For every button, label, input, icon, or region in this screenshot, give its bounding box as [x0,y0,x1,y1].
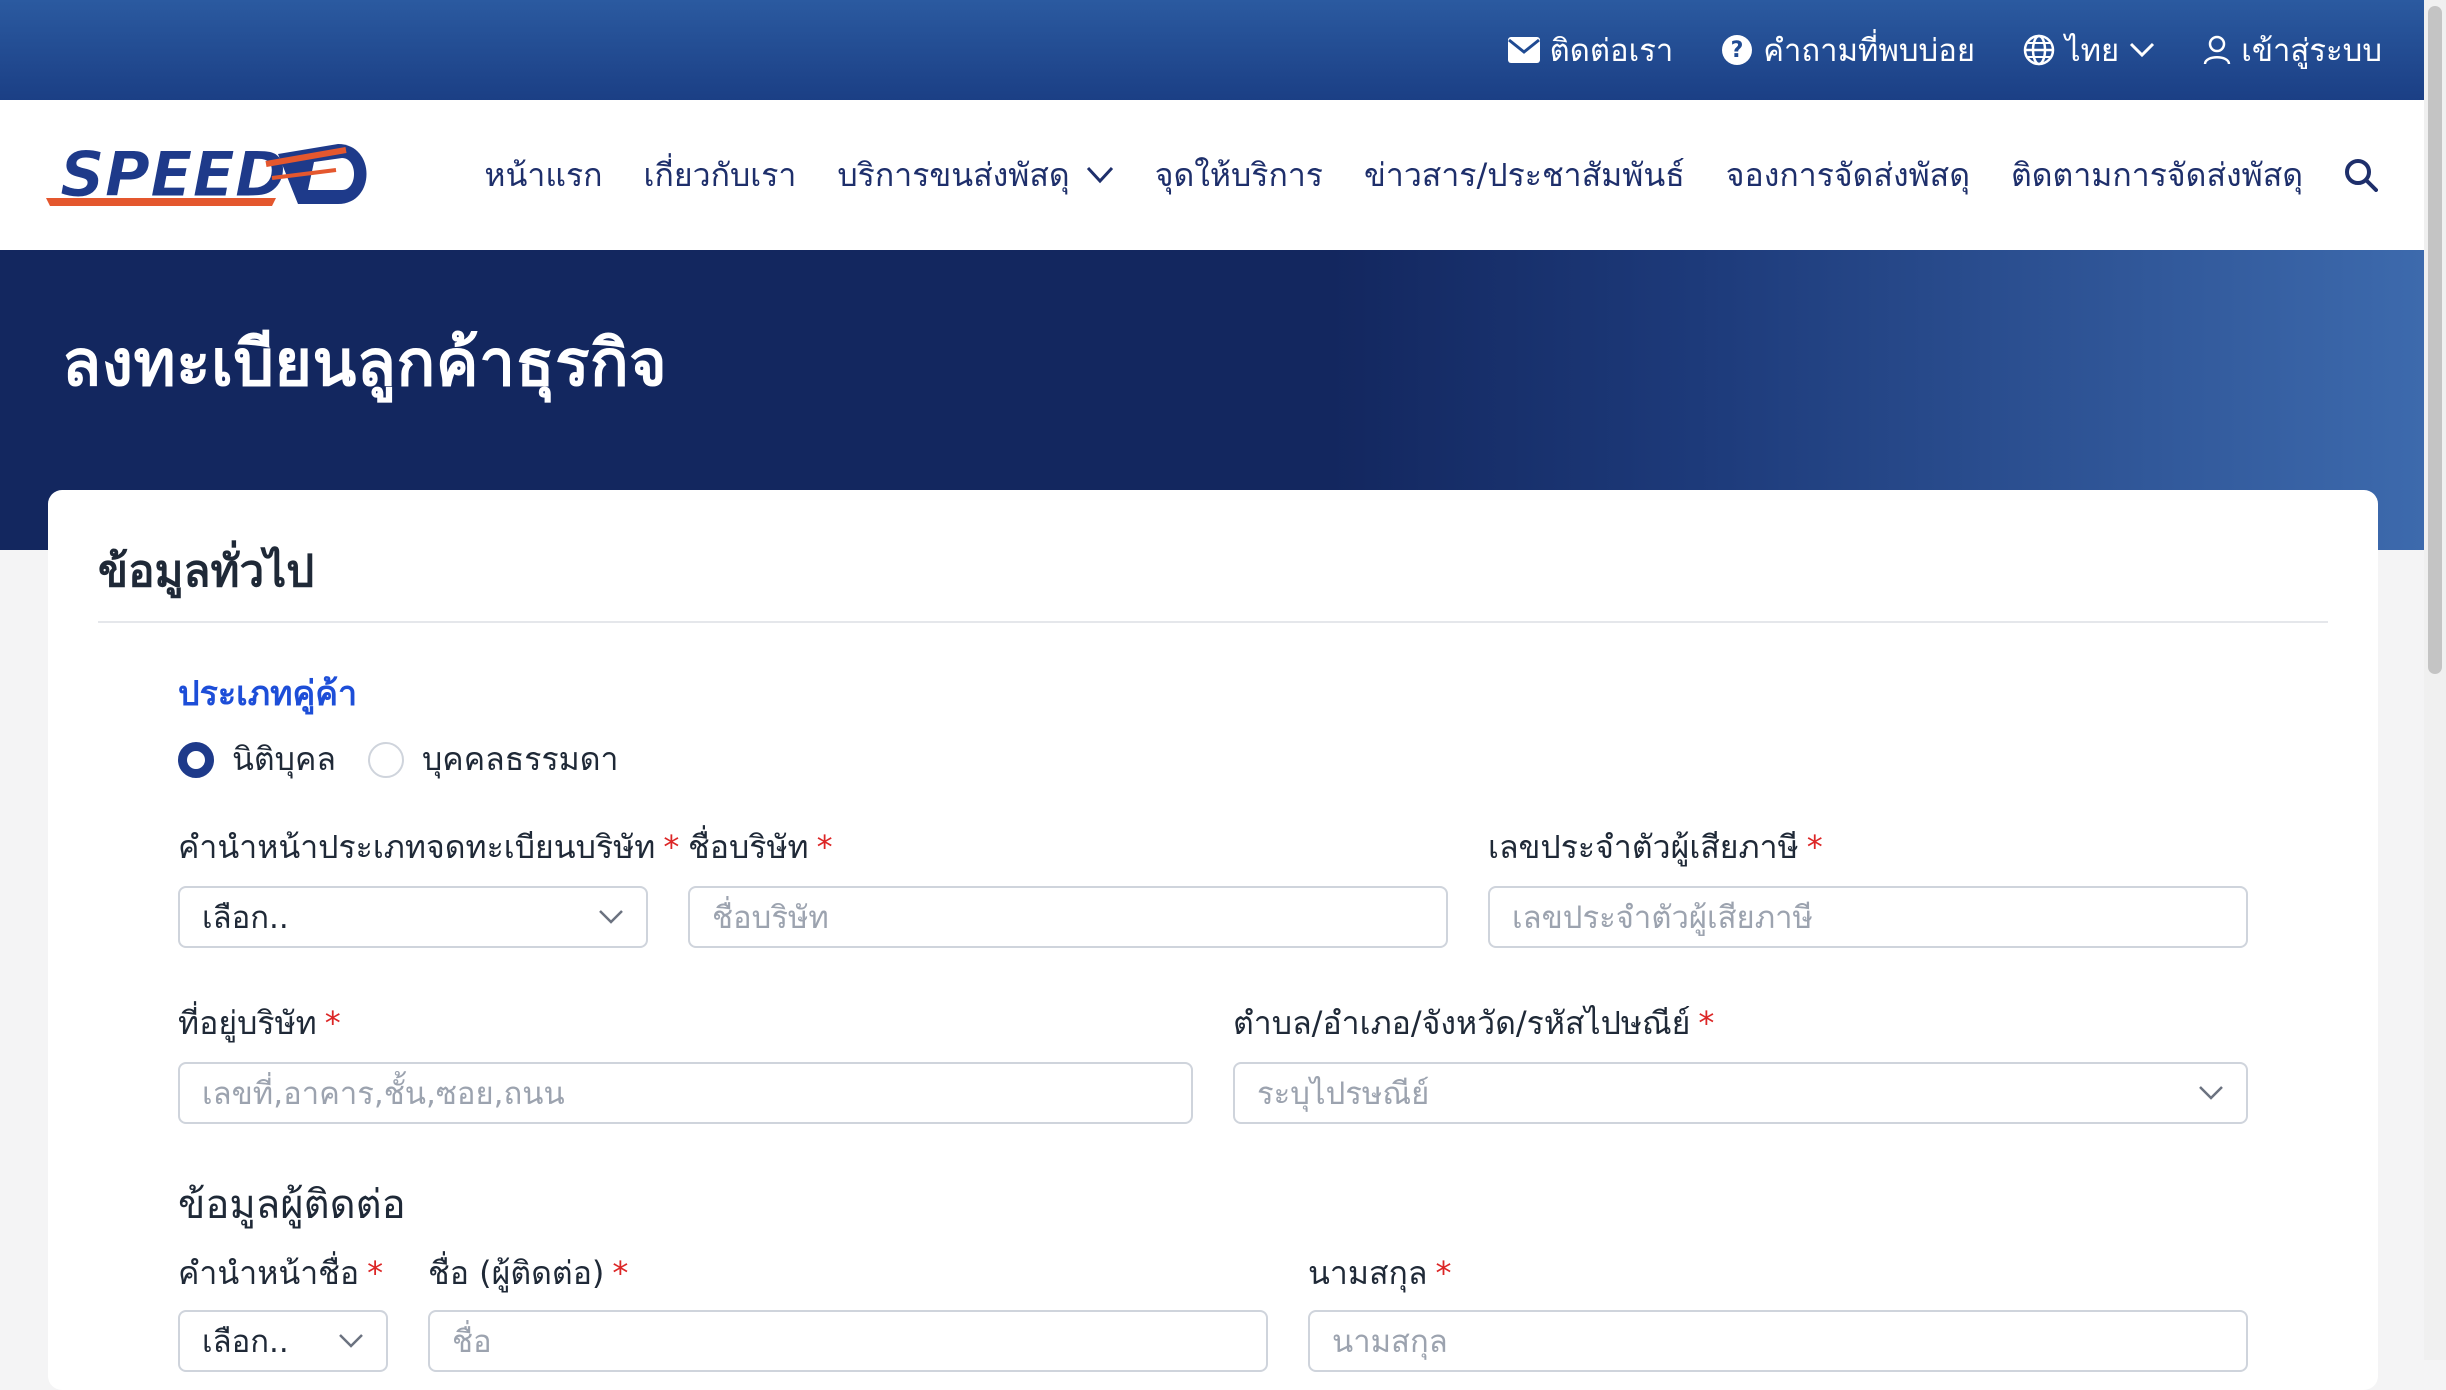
address-input[interactable]: เลขที่,อาคาร,ชั้น,ซอย,ถนน [178,1062,1193,1124]
contact-first-label: ชื่อ (ผู้ติดต่อ) * [428,1254,629,1292]
company-prefix-select[interactable]: เลือก.. [178,886,648,948]
nav-tracking[interactable]: ติดตามการจัดส่งพัสดุ [2011,150,2303,201]
language-selector[interactable]: ไทย [2023,25,2155,75]
nav-services-label: บริการขนส่งพัสดุ [837,155,1070,194]
question-circle-icon: ? [1722,35,1753,65]
chevron-down-icon [339,1334,363,1348]
partner-type-radio-group: นิติบุคล บุคคลธรรมดา [178,734,650,785]
scrollbar-thumb[interactable] [2428,6,2442,674]
required-mark: * [816,828,833,866]
district-placeholder: ระบุไปรษณีย์ [1257,1076,1430,1112]
required-mark: * [367,1254,384,1292]
registration-form-card: ข้อมูลทั่วไป ประเภทคู่ค้า นิติบุคล บุคคล… [48,490,2378,1390]
company-name-input[interactable]: ชื่อบริษัท [688,886,1448,948]
section-title: ข้อมูลทั่วไป [98,546,315,597]
district-select[interactable]: ระบุไปรษณีย์ [1233,1062,2248,1124]
contact-last-label: นามสกุล * [1308,1254,1452,1292]
nav-service-points[interactable]: จุดให้บริการ [1155,150,1323,201]
search-icon[interactable] [2344,158,2378,192]
login-link[interactable]: เข้าสู่ระบบ [2203,25,2382,75]
main-navbar: SPEED หน้าแรก เกี่ยวกับเรา บริการขนส่งพั… [0,100,2424,250]
section-divider [98,621,2328,623]
speed-d-logo[interactable]: SPEED [46,136,376,216]
chevron-down-icon [1086,166,1113,184]
faq-link[interactable]: ? คำถามที่พบบ่อย [1721,25,1975,75]
nav-about[interactable]: เกี่ยวกับเรา [644,150,797,201]
partner-type-label: ประเภทคู่ค้า [178,674,358,714]
contact-last-input[interactable]: นามสกุล [1308,1310,2248,1372]
nav-booking[interactable]: จองการจัดส่งพัสดุ [1726,150,1970,201]
company-prefix-label: คำนำหน้าประเภทจดทะเบียนบริษัท * [178,828,680,866]
district-label: ตำบล/อำเภอ/จังหวัด/รหัสไปษณีย์ * [1233,1004,1715,1042]
contact-prefix-value: เลือก.. [202,1324,289,1360]
tax-id-input[interactable]: เลขประจำตัวผู้เสียภาษี [1488,886,2248,948]
svg-text:?: ? [1731,38,1744,63]
contact-last-placeholder: นามสกุล [1332,1324,1448,1360]
required-mark: * [1698,1004,1715,1042]
chevron-down-icon [2130,42,2155,58]
radio-juristic[interactable]: นิติบุคล [178,734,336,785]
required-mark: * [663,828,680,866]
required-mark: * [324,1004,341,1042]
nav-news[interactable]: ข่าวสาร/ประชาสัมพันธ์ [1364,150,1685,201]
contact-first-placeholder: ชื่อ [452,1324,492,1360]
company-prefix-value: เลือก.. [202,900,289,936]
contact-first-input[interactable]: ชื่อ [428,1310,1268,1372]
page-title: ลงทะเบียนลูกค้าธุรกิจ [62,327,668,401]
nav-home[interactable]: หน้าแรก [484,150,602,201]
tax-id-placeholder: เลขประจำตัวผู้เสียภาษี [1512,900,1813,936]
radio-selected-icon [178,741,214,778]
required-mark: * [1806,828,1823,866]
globe-icon [2023,34,2055,66]
chevron-down-icon [599,910,623,924]
contact-section-heading: ข้อมูลผู้ติดต่อ [178,1182,406,1228]
nav-services[interactable]: บริการขนส่งพัสดุ [837,150,1113,201]
company-name-label: ชื่อบริษัท * [688,828,833,866]
top-utility-bar: ติดต่อเรา ? คำถามที่พบบ่อย ไทย เข้าสู่ระ… [0,0,2424,100]
radio-individual[interactable]: บุคคลธรรมดา [367,734,619,785]
radio-unselected-icon [367,741,404,778]
faq-label: คำถามที่พบบ่อย [1763,33,1976,69]
address-placeholder: เลขที่,อาคาร,ชั้น,ซอย,ถนน [202,1076,565,1112]
contact-link[interactable]: ติดต่อเรา [1507,25,1674,75]
main-nav: หน้าแรก เกี่ยวกับเรา บริการขนส่งพัสดุ จุ… [484,100,2378,250]
company-name-placeholder: ชื่อบริษัท [712,900,829,936]
mail-icon [1507,37,1540,63]
address-label: ที่อยู่บริษัท * [178,1004,341,1042]
tax-id-label: เลขประจำตัวผู้เสียภาษี * [1488,828,1823,866]
svg-text:SPEED: SPEED [60,138,286,211]
user-icon [2203,35,2231,65]
contact-prefix-label: คำนำหน้าชื่อ * [178,1254,384,1292]
radio-juristic-label: นิติบุคล [232,740,336,778]
language-label: ไทย [2065,33,2120,69]
required-mark: * [612,1254,629,1292]
radio-individual-label: บุคคลธรรมดา [421,740,619,778]
login-label: เข้าสู่ระบบ [2241,33,2382,69]
contact-prefix-select[interactable]: เลือก.. [178,1310,388,1372]
chevron-down-icon [2199,1086,2223,1100]
contact-label: ติดต่อเรา [1549,33,1674,69]
required-mark: * [1435,1254,1452,1292]
